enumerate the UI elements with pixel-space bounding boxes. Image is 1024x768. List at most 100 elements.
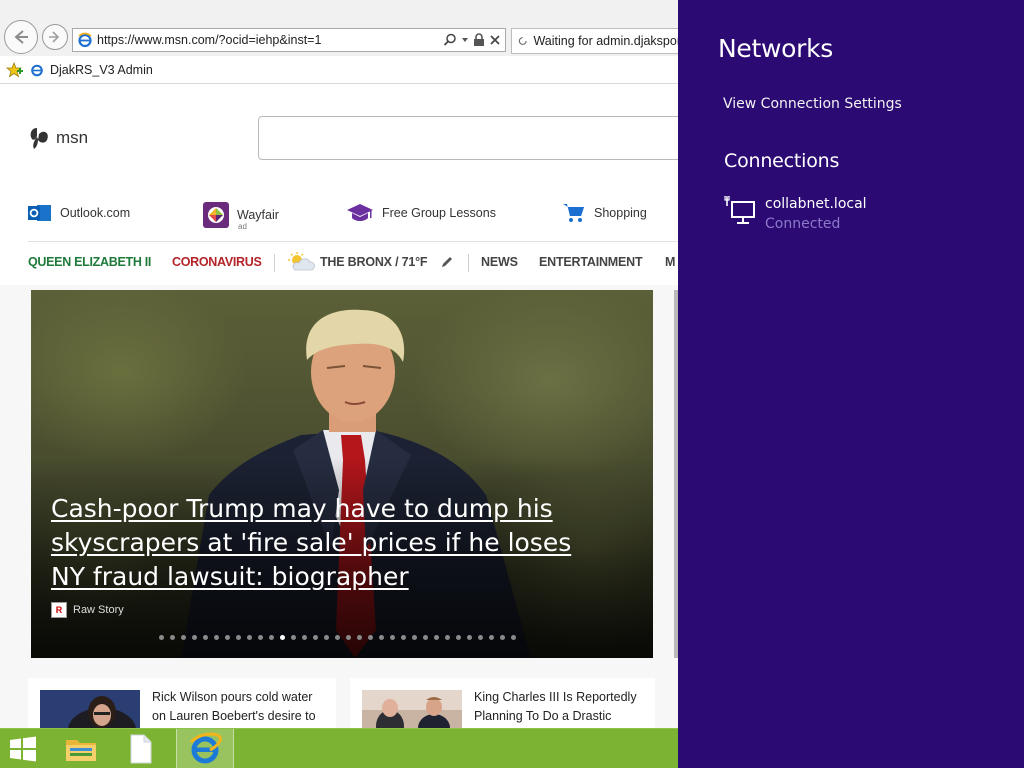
loading-spinner-icon	[518, 37, 527, 45]
quicklink-free-group-lessons[interactable]: Free Group Lessons	[346, 202, 496, 224]
address-bar[interactable]: https://www.msn.com/?ocid=iehp&inst=1	[72, 28, 506, 52]
carousel-dot[interactable]	[478, 635, 483, 640]
hero-source[interactable]: R Raw Story	[51, 602, 124, 618]
quicklink-label: Outlook.com	[60, 206, 131, 220]
carousel-dot[interactable]	[159, 635, 164, 640]
stop-icon[interactable]	[489, 34, 501, 46]
carousel-dot[interactable]	[412, 635, 417, 640]
carousel-dot[interactable]	[313, 635, 318, 640]
topic-coronavirus[interactable]: CORONAVIRUS	[172, 255, 262, 269]
back-arrow-icon	[14, 30, 28, 44]
news-card[interactable]: Rick Wilson pours cold water on Lauren B…	[28, 678, 336, 728]
carousel-dots	[159, 635, 516, 640]
topic-news[interactable]: NEWS	[481, 255, 518, 269]
carousel-dot[interactable]	[390, 635, 395, 640]
document-icon	[130, 734, 152, 764]
topic-entertainment[interactable]: ENTERTAINMENT	[539, 255, 643, 269]
blank-file-button[interactable]	[118, 729, 164, 768]
navigation-bar: https://www.msn.com/?ocid=iehp&inst=1 Wa…	[0, 0, 678, 56]
news-card-title[interactable]: Rick Wilson pours cold water on Lauren B…	[152, 688, 327, 725]
carousel-dot[interactable]	[214, 635, 219, 640]
view-connection-settings-link[interactable]: View Connection Settings	[723, 96, 902, 112]
network-name: collabnet.local	[765, 196, 867, 212]
start-button[interactable]	[0, 729, 46, 768]
topic-queen-elizabeth[interactable]: QUEEN ELIZABETH II	[28, 255, 151, 269]
outlook-icon	[28, 205, 51, 221]
internet-explorer-icon	[189, 732, 222, 764]
dropdown-arrow-icon[interactable]	[461, 36, 469, 44]
msn-page: msn Outlook.com Wayfair ad Free Group Le…	[0, 85, 678, 728]
msn-logo[interactable]: msn	[28, 125, 88, 151]
topic-more[interactable]: M	[665, 255, 675, 269]
carousel-dot[interactable]	[467, 635, 472, 640]
carousel-dot[interactable]	[225, 635, 230, 640]
network-status: Connected	[765, 216, 841, 232]
carousel-dot[interactable]	[192, 635, 197, 640]
forward-arrow-icon	[49, 31, 60, 43]
pencil-edit-icon[interactable]	[440, 255, 454, 269]
quicklinks-bar: Outlook.com Wayfair ad Free Group Lesson…	[28, 202, 678, 231]
carousel-dot[interactable]	[170, 635, 175, 640]
carousel-dot[interactable]	[335, 635, 340, 640]
wayfair-icon	[203, 202, 229, 228]
news-thumbnail-image	[362, 690, 462, 728]
forward-button[interactable]	[42, 24, 68, 50]
carousel-dot[interactable]	[401, 635, 406, 640]
carousel-dot[interactable]	[357, 635, 362, 640]
carousel-dot[interactable]	[236, 635, 241, 640]
graduation-cap-icon	[347, 204, 373, 221]
network-connection-item[interactable]: collabnet.local Connected	[724, 194, 1004, 238]
carousel-dot[interactable]	[247, 635, 252, 640]
msn-butterfly-icon	[30, 128, 48, 149]
carousel-dot[interactable]	[511, 635, 516, 640]
favorite-link[interactable]: DjakRS_V3 Admin	[50, 63, 153, 77]
windows-logo-icon	[10, 736, 36, 762]
browser-tab[interactable]: Waiting for admin.djakspor	[511, 28, 678, 54]
quicklink-wayfair[interactable]: Wayfair ad	[203, 202, 279, 231]
carousel-dot[interactable]	[500, 635, 505, 640]
carousel-dot[interactable]	[368, 635, 373, 640]
carousel-dot[interactable]	[181, 635, 186, 640]
news-card[interactable]: King Charles III Is Reportedly Planning …	[350, 678, 655, 728]
carousel-dot[interactable]	[456, 635, 461, 640]
internet-explorer-button[interactable]	[176, 729, 234, 768]
hero-headline-link[interactable]: Cash-poor Trump may have to dump his sky…	[51, 492, 611, 594]
browser-window: https://www.msn.com/?ocid=iehp&inst=1 Wa…	[0, 0, 678, 728]
quicklink-label: Shopping	[594, 206, 647, 220]
quicklink-shopping[interactable]: Shopping	[562, 202, 647, 224]
carousel-dot[interactable]	[291, 635, 296, 640]
search-icon[interactable]	[443, 33, 457, 47]
divider	[468, 254, 469, 272]
carousel-dot[interactable]	[203, 635, 208, 640]
carousel-dot[interactable]	[379, 635, 384, 640]
carousel-dot[interactable]	[269, 635, 274, 640]
carousel-dot[interactable]	[258, 635, 263, 640]
hero-carousel[interactable]: Cash-poor Trump may have to dump his sky…	[31, 290, 653, 658]
topic-weather[interactable]: THE BRONX / 71°F	[320, 255, 428, 269]
url-text[interactable]: https://www.msn.com/?ocid=iehp&inst=1	[97, 33, 443, 47]
topic-nav: QUEEN ELIZABETH II CORONAVIRUS THE BRONX…	[28, 252, 678, 272]
favorites-bar: DjakRS_V3 Admin	[0, 56, 678, 84]
carousel-dot[interactable]	[302, 635, 307, 640]
favorites-star-icon[interactable]	[6, 61, 24, 78]
carousel-dot[interactable]	[346, 635, 351, 640]
news-card-title[interactable]: King Charles III Is Reportedly Planning …	[474, 688, 649, 725]
carousel-dot[interactable]	[489, 635, 494, 640]
shopping-cart-icon	[563, 204, 584, 222]
divider	[28, 241, 678, 242]
networks-title: Networks	[718, 34, 834, 63]
search-input[interactable]	[258, 116, 678, 160]
carousel-dot[interactable]	[423, 635, 428, 640]
carousel-dot[interactable]	[445, 635, 450, 640]
quicklink-outlook[interactable]: Outlook.com	[28, 202, 130, 224]
file-explorer-button[interactable]	[58, 729, 104, 768]
carousel-dot[interactable]	[324, 635, 329, 640]
msn-logo-text: msn	[56, 128, 89, 147]
back-button[interactable]	[4, 20, 38, 54]
carousel-dot[interactable]	[280, 635, 285, 640]
wired-network-icon	[724, 196, 755, 224]
networks-charm-panel: Networks View Connection Settings Connec…	[678, 0, 1024, 768]
lock-icon[interactable]	[473, 33, 485, 47]
carousel-dot[interactable]	[434, 635, 439, 640]
hero-source-name: Raw Story	[73, 604, 124, 616]
